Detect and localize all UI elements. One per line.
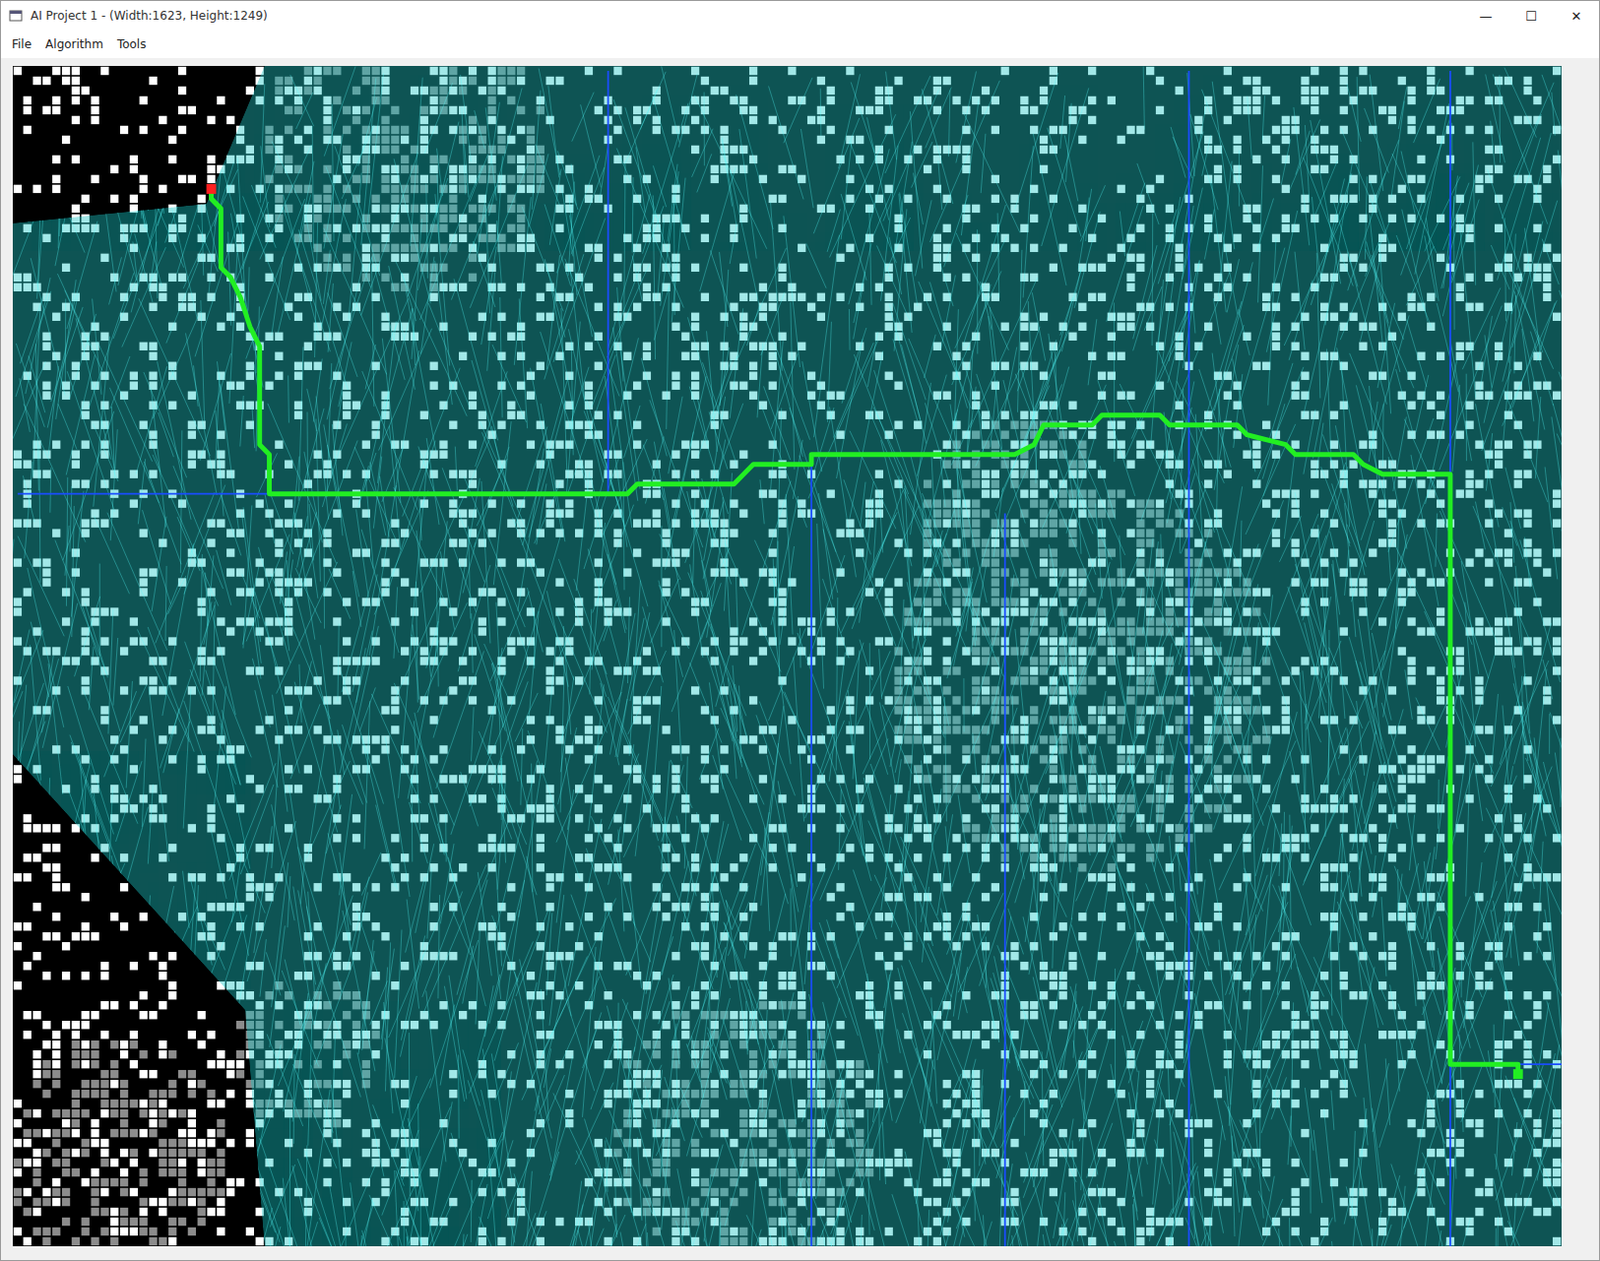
app-window: AI Project 1 - (Width:1623, Height:1249)…: [0, 0, 1600, 1261]
window-control-button[interactable]: —: [1463, 0, 1509, 31]
solution-path: [211, 189, 1519, 1075]
window-control-button[interactable]: ☐: [1508, 0, 1554, 31]
app-icon: [8, 8, 23, 23]
explored-region: [12, 65, 1562, 1247]
map-canvas[interactable]: [12, 65, 1562, 1247]
highways: [17, 70, 1562, 1247]
window-control-button[interactable]: ✕: [1553, 0, 1600, 31]
menu-item[interactable]: Algorithm: [38, 33, 111, 56]
menu-bar: FileAlgorithmTools: [0, 30, 1600, 59]
window-title: AI Project 1 - (Width:1623, Height:1249): [30, 8, 1456, 23]
window-controls: —☐✕: [1463, 0, 1600, 31]
menu-item[interactable]: Tools: [110, 33, 154, 56]
goal-cell: [1513, 1069, 1524, 1080]
start-cell: [206, 184, 217, 194]
menu-item[interactable]: File: [4, 33, 39, 56]
title-bar: AI Project 1 - (Width:1623, Height:1249)…: [0, 0, 1600, 31]
canvas-area: [0, 58, 1600, 1261]
map-cells: [13, 66, 1561, 1246]
